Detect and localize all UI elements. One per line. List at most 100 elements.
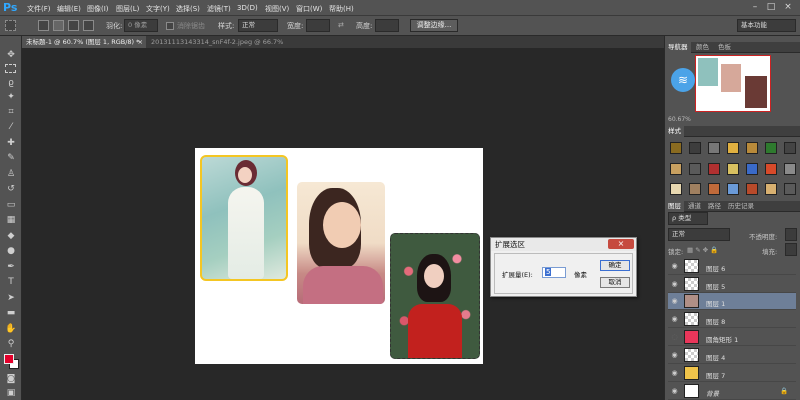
minimize-icon[interactable]: – bbox=[748, 1, 762, 13]
style-select[interactable]: 正常 bbox=[238, 19, 278, 32]
zoom-tool-icon[interactable]: ⚲ bbox=[4, 339, 18, 350]
visibility-eye-icon[interactable]: ◉ bbox=[670, 351, 679, 359]
tab-history[interactable]: 历史记录 bbox=[725, 201, 757, 212]
visibility-eye-icon[interactable]: ◌ bbox=[670, 333, 679, 341]
layer-filter-select[interactable]: ρ 类型 bbox=[668, 212, 708, 225]
layer-row[interactable]: ◉ 图层 7 bbox=[668, 365, 796, 382]
healing-brush-tool-icon[interactable]: ✚ bbox=[4, 138, 18, 149]
height-input[interactable] bbox=[375, 19, 399, 32]
photo-girl-white-dress[interactable] bbox=[200, 155, 288, 281]
add-selection-icon[interactable] bbox=[53, 20, 64, 31]
document-canvas[interactable] bbox=[195, 148, 483, 364]
eraser-tool-icon[interactable]: ▭ bbox=[4, 200, 18, 211]
brush-tool-icon[interactable]: ✎ bbox=[4, 153, 18, 164]
menu-select[interactable]: 选择(S) bbox=[176, 4, 200, 14]
tab-paths[interactable]: 路径 bbox=[705, 201, 724, 212]
menu-type[interactable]: 文字(Y) bbox=[146, 4, 170, 14]
subtract-selection-icon[interactable] bbox=[68, 20, 79, 31]
tab-untitled-1[interactable]: 未标题-1 @ 60.7% (图层 1, RGB/8) * × bbox=[22, 36, 146, 48]
gradient-tool-icon[interactable]: ▦ bbox=[4, 215, 18, 226]
dialog-close-button[interactable]: × bbox=[608, 239, 634, 249]
blur-tool-icon[interactable]: ◆ bbox=[4, 231, 18, 242]
layer-row[interactable]: ◌ 圆角矩形 1 bbox=[668, 329, 796, 346]
blend-mode-select[interactable]: 正常 bbox=[668, 228, 730, 241]
tab-channels[interactable]: 通道 bbox=[685, 201, 704, 212]
rect-marquee-tool-icon[interactable] bbox=[5, 64, 16, 73]
pen-tool-icon[interactable]: ✒ bbox=[4, 262, 18, 273]
cancel-button[interactable]: 取消 bbox=[600, 277, 630, 288]
ok-button[interactable]: 确定 bbox=[600, 260, 630, 271]
menu-3d[interactable]: 3D(D) bbox=[237, 4, 258, 12]
expand-amount-input[interactable]: 5 bbox=[542, 267, 566, 278]
tab-color[interactable]: 颜色 bbox=[693, 42, 712, 53]
visibility-eye-icon[interactable]: ◉ bbox=[670, 315, 679, 323]
foreground-color-swatch[interactable] bbox=[4, 354, 14, 364]
style-swatch[interactable] bbox=[670, 183, 682, 195]
style-swatch[interactable] bbox=[765, 142, 777, 154]
close-icon[interactable]: × bbox=[781, 1, 795, 13]
menu-window[interactable]: 窗口(W) bbox=[296, 4, 322, 14]
crop-tool-icon[interactable]: ⌗ bbox=[4, 107, 18, 118]
layer-row[interactable]: ◉ 图层 4 bbox=[668, 347, 796, 364]
dodge-tool-icon[interactable]: ● bbox=[4, 246, 18, 257]
visibility-eye-icon[interactable]: ◉ bbox=[670, 280, 679, 288]
tab-close-icon[interactable]: × bbox=[138, 36, 143, 48]
style-swatch[interactable] bbox=[765, 183, 777, 195]
lock-icons[interactable]: ▦ ✎ ✥ 🔒 bbox=[687, 246, 718, 254]
antialias-checkbox[interactable] bbox=[166, 22, 174, 30]
maximize-icon[interactable]: □ bbox=[764, 1, 778, 13]
style-swatch[interactable] bbox=[708, 163, 720, 175]
layer-row[interactable]: ◉ 图层 6 bbox=[668, 258, 796, 275]
style-swatch[interactable] bbox=[784, 163, 796, 175]
navigator-zoom[interactable]: 60.67% bbox=[668, 116, 691, 123]
style-swatch[interactable] bbox=[784, 183, 796, 195]
lasso-tool-icon[interactable]: ϱ bbox=[4, 78, 18, 89]
style-swatch[interactable] bbox=[670, 142, 682, 154]
menu-image[interactable]: 图像(I) bbox=[87, 4, 109, 14]
workspace-select[interactable]: 基本功能 bbox=[737, 19, 796, 32]
style-swatch[interactable] bbox=[727, 163, 739, 175]
intersect-selection-icon[interactable] bbox=[83, 20, 94, 31]
fill-input[interactable] bbox=[785, 243, 797, 256]
eyedropper-tool-icon[interactable]: ⁄ bbox=[4, 122, 18, 133]
tab-swatches[interactable]: 色板 bbox=[715, 42, 734, 53]
style-swatch[interactable] bbox=[746, 183, 758, 195]
menu-file[interactable]: 文件(F) bbox=[27, 4, 51, 14]
hand-tool-icon[interactable]: ✋ bbox=[4, 324, 18, 335]
layer-row[interactable]: ◉ 图层 8 bbox=[668, 311, 796, 328]
menu-layer[interactable]: 图层(L) bbox=[116, 4, 139, 14]
opacity-input[interactable] bbox=[785, 228, 797, 241]
swap-icon[interactable]: ⇄ bbox=[338, 21, 344, 29]
clone-stamp-tool-icon[interactable]: ♙ bbox=[4, 169, 18, 180]
type-tool-icon[interactable]: T bbox=[4, 277, 18, 288]
style-swatch[interactable] bbox=[746, 163, 758, 175]
menu-view[interactable]: 视图(V) bbox=[265, 4, 289, 14]
new-selection-icon[interactable] bbox=[38, 20, 49, 31]
path-select-tool-icon[interactable]: ➤ bbox=[4, 293, 18, 304]
layer-row[interactable]: ◉ 图层 5 bbox=[668, 276, 796, 293]
visibility-eye-icon[interactable]: ◉ bbox=[670, 297, 679, 305]
style-swatch[interactable] bbox=[708, 183, 720, 195]
layer-row[interactable]: ◉ 背景 🔒 bbox=[668, 383, 796, 400]
visibility-eye-icon[interactable]: ◉ bbox=[670, 262, 679, 270]
style-swatch[interactable] bbox=[727, 183, 739, 195]
menu-filter[interactable]: 滤镜(T) bbox=[207, 4, 231, 14]
menu-edit[interactable]: 编辑(E) bbox=[57, 4, 81, 14]
style-swatch[interactable] bbox=[765, 163, 777, 175]
history-brush-tool-icon[interactable]: ↺ bbox=[4, 184, 18, 195]
tab-layers[interactable]: 图层 bbox=[665, 201, 684, 212]
move-tool-icon[interactable]: ✥ bbox=[4, 50, 18, 61]
tab-navigator[interactable]: 导航器 bbox=[665, 42, 691, 53]
visibility-eye-icon[interactable]: ◉ bbox=[670, 369, 679, 377]
style-swatch[interactable] bbox=[784, 142, 796, 154]
quick-mask-icon[interactable]: ◙ bbox=[4, 374, 18, 385]
style-swatch[interactable] bbox=[708, 142, 720, 154]
style-swatch[interactable] bbox=[746, 142, 758, 154]
shape-tool-icon[interactable]: ▬ bbox=[4, 308, 18, 319]
tab-styles[interactable]: 样式 bbox=[665, 126, 684, 137]
style-swatch[interactable] bbox=[689, 142, 701, 154]
style-swatch[interactable] bbox=[670, 163, 682, 175]
visibility-eye-icon[interactable]: ◉ bbox=[670, 387, 679, 395]
screen-mode-icon[interactable]: ▣ bbox=[4, 388, 18, 399]
style-swatch[interactable] bbox=[727, 142, 739, 154]
